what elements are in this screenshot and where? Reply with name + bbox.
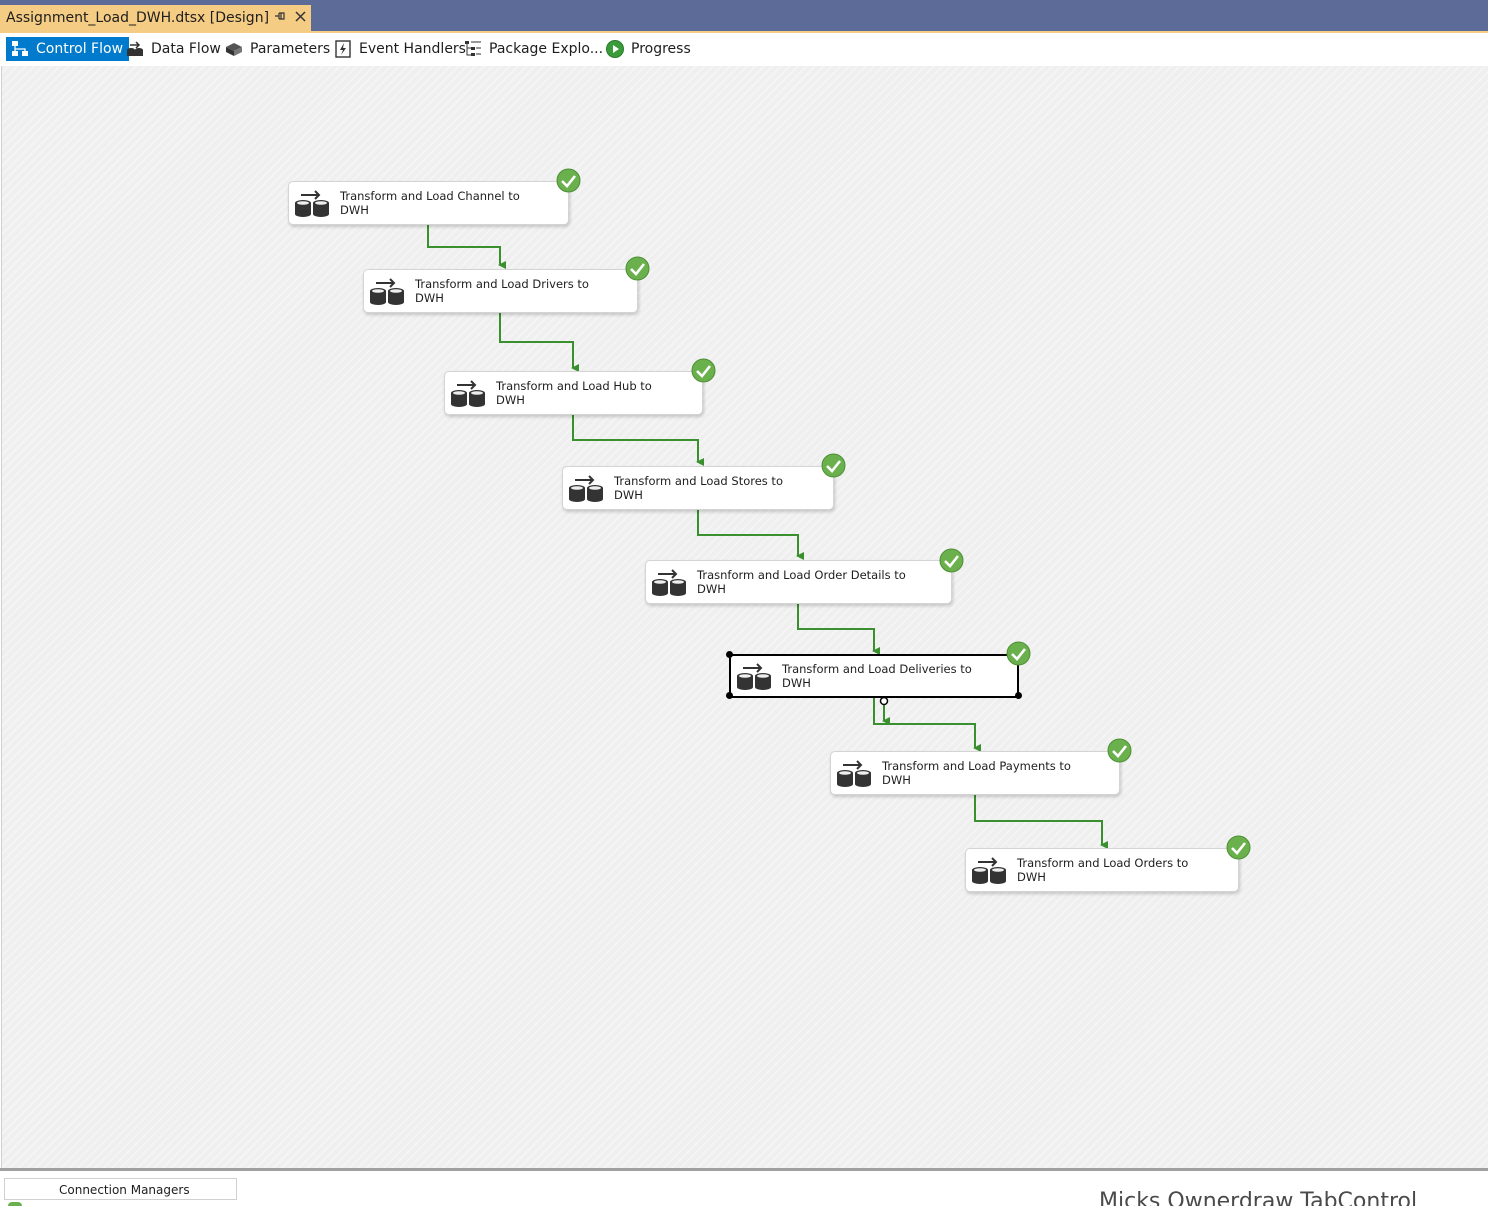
data-flow-task-hub[interactable]: Transform and Load Hub to DWH (444, 371, 703, 415)
data-flow-icon (125, 39, 145, 59)
precedence-arrow (974, 793, 1108, 849)
success-check-icon (821, 453, 846, 478)
success-check-icon (939, 548, 964, 573)
precedence-constraints (427, 224, 1108, 849)
tab-label: Package Explo... (489, 41, 604, 57)
data-flow-task-deliveries[interactable]: Transform and Load Deliveries to DWH (729, 654, 1019, 698)
data-flow-task-orders[interactable]: Transform and Load Orders to DWH (965, 848, 1239, 892)
task-label: Transform and Load Drivers to DWH (415, 277, 589, 305)
data-flow-task-drivers[interactable]: Transform and Load Drivers to DWH (363, 269, 638, 313)
data-flow-task-channel[interactable]: Transform and Load Channel to DWH (288, 181, 569, 225)
document-tab-title: Assignment_Load_DWH.dtsx [Design] (6, 10, 270, 26)
status-indicator-icon (8, 1202, 22, 1206)
data-flow-task-icon (737, 663, 771, 690)
tab-progress[interactable]: Progress (601, 37, 697, 61)
document-tab[interactable]: Assignment_Load_DWH.dtsx [Design] (0, 5, 311, 31)
precedence-arrow (572, 414, 704, 466)
success-check-icon (691, 358, 716, 383)
task-label: Transform and Load Channel to DWH (340, 189, 520, 217)
selection-handle[interactable] (726, 692, 733, 699)
data-flow-task-icon (837, 760, 871, 787)
tab-control-flow[interactable]: Control Flow (6, 37, 130, 61)
document-tab-strip: Assignment_Load_DWH.dtsx [Design] (0, 0, 1488, 31)
connection-managers-pane: Connection Managers Micks Ownerdraw TabC… (0, 1171, 1488, 1206)
tab-label: Data Flow (151, 41, 221, 57)
data-flow-task-stores[interactable]: Transform and Load Stores to DWH (562, 466, 834, 510)
data-flow-task-order-details[interactable]: Trasnform and Load Order Details to DWH (645, 560, 952, 604)
tab-label: Progress (631, 41, 691, 57)
task-label: Transform and Load Stores to DWH (614, 474, 783, 502)
precedence-arrow (873, 696, 981, 752)
tab-event-handlers[interactable]: Event Handlers (329, 37, 472, 61)
connection-managers-tab[interactable]: Connection Managers (4, 1178, 237, 1200)
event-handlers-icon (333, 39, 353, 59)
task-label: Transform and Load Orders to DWH (1017, 856, 1189, 884)
data-flow-task-icon (370, 278, 404, 305)
parameters-icon (224, 39, 244, 59)
close-icon[interactable] (290, 10, 311, 26)
package-explorer-icon (463, 39, 483, 59)
background-watermark-text: Micks Ownerdraw TabControl (1099, 1189, 1418, 1206)
task-label: Transform and Load Hub to DWH (496, 379, 652, 407)
tab-label: Event Handlers (359, 41, 466, 57)
precedence-arrow (797, 603, 880, 655)
tab-data-flow[interactable]: Data Flow (121, 37, 227, 61)
success-check-icon (1006, 641, 1031, 666)
task-label: Trasnform and Load Order Details to DWH (697, 568, 906, 596)
precedence-arrow (499, 312, 579, 372)
selection-handle[interactable] (1015, 692, 1022, 699)
connector-anchor-icon[interactable] (879, 696, 889, 706)
success-check-icon (556, 168, 581, 193)
data-flow-task-icon (652, 569, 686, 596)
tab-label: Control Flow (36, 41, 124, 57)
data-flow-task-icon (451, 380, 485, 407)
data-flow-task-icon (972, 857, 1006, 884)
designer-tabs-bar: Control Flow Data Flow Parameters Event … (0, 33, 1488, 66)
ssis-designer-window: Assignment_Load_DWH.dtsx [Design] Contro… (0, 0, 1488, 1206)
data-flow-task-payments[interactable]: Transform and Load Payments to DWH (830, 751, 1120, 795)
tab-package-explorer[interactable]: Package Explo... (459, 37, 609, 61)
connection-managers-label: Connection Managers (59, 1183, 190, 1197)
tab-parameters[interactable]: Parameters (220, 37, 336, 61)
task-label: Transform and Load Deliveries to DWH (782, 662, 972, 690)
tab-label: Parameters (250, 41, 331, 57)
data-flow-task-icon (569, 475, 603, 502)
precedence-arrow (697, 509, 804, 560)
pin-icon[interactable] (269, 10, 290, 26)
control-flow-canvas[interactable]: Transform and Load Channel to DWH Transf… (1, 66, 1488, 1168)
data-flow-task-icon (295, 190, 329, 217)
selection-handle[interactable] (726, 651, 733, 658)
success-check-icon (1226, 835, 1251, 860)
precedence-arrow (427, 224, 506, 269)
success-check-icon (625, 256, 650, 281)
control-flow-icon (10, 39, 30, 59)
task-label: Transform and Load Payments to DWH (882, 759, 1071, 787)
progress-icon (605, 39, 625, 59)
success-check-icon (1107, 738, 1132, 763)
